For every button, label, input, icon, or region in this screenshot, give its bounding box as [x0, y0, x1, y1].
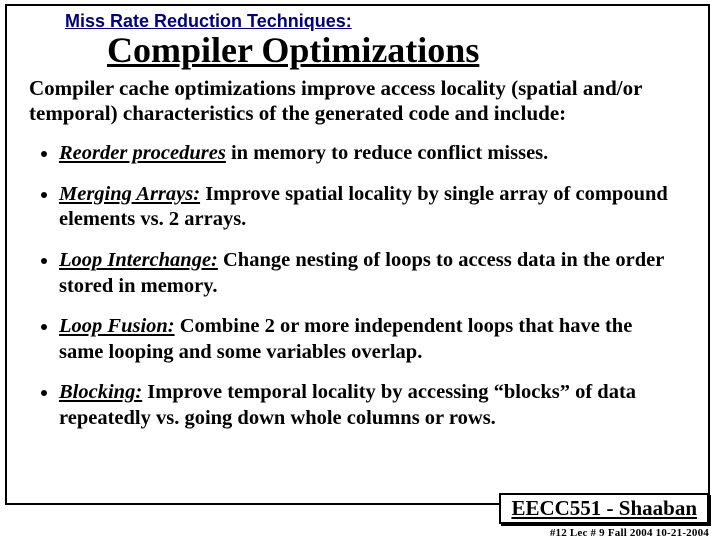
bullet-key: Reorder procedures [59, 142, 226, 164]
course-footer: EECC551 - Shaaban [499, 493, 709, 524]
list-item: Loop Interchange: Change nesting of loop… [59, 248, 680, 299]
bullet-key: Merging Arrays: [59, 183, 200, 205]
slide-title: Compiler Optimizations [107, 32, 688, 70]
bullet-text: in memory to reduce conflict misses. [226, 142, 548, 164]
intro-paragraph: Compiler cache optimizations improve acc… [29, 76, 682, 127]
list-item: Blocking: Improve temporal locality by a… [59, 380, 680, 431]
bullet-key: Loop Interchange: [59, 249, 218, 271]
list-item: Merging Arrays: Improve spatial locality… [59, 182, 680, 233]
meta-footer: #12 Lec # 9 Fall 2004 10-21-2004 [550, 527, 709, 539]
bullet-text: Improve temporal locality by accessing “… [59, 381, 636, 429]
list-item: Reorder procedures in memory to reduce c… [59, 141, 680, 167]
slide-frame: Miss Rate Reduction Techniques: Compiler… [5, 4, 710, 505]
list-item: Loop Fusion: Combine 2 or more independe… [59, 314, 680, 365]
bullet-key: Loop Fusion: [59, 315, 175, 337]
bullet-list: Reorder procedures in memory to reduce c… [43, 141, 680, 432]
topic-label: Miss Rate Reduction Techniques: [65, 11, 688, 32]
bullet-key: Blocking: [59, 381, 142, 403]
